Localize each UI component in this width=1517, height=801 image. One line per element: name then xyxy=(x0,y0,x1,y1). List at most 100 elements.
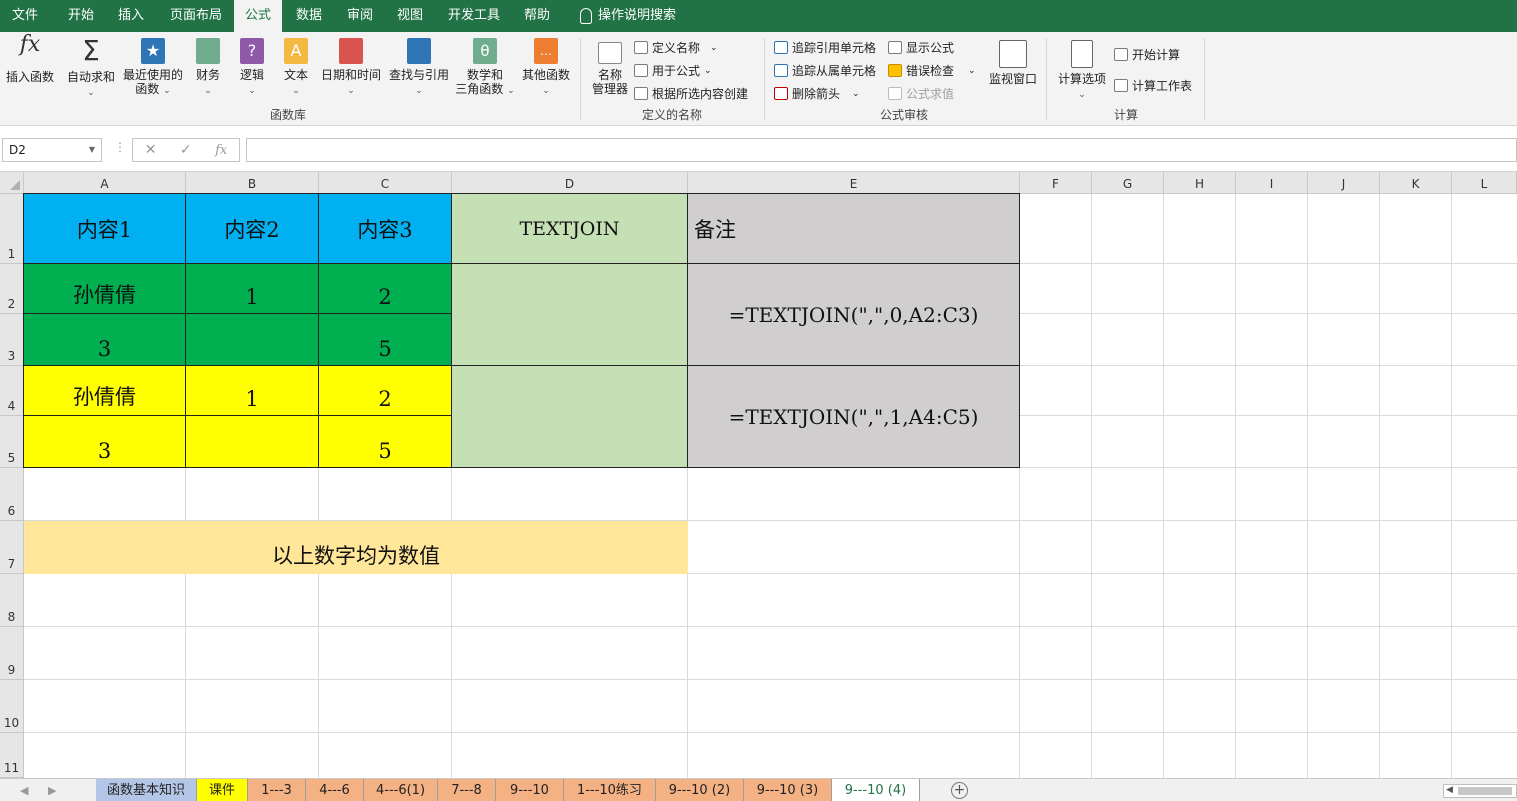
sheet-tab[interactable]: 4---6 xyxy=(306,779,364,801)
column-header-a[interactable]: A xyxy=(24,172,186,194)
cell-a5[interactable]: 3 xyxy=(23,415,186,468)
tab-review[interactable]: 审阅 xyxy=(347,0,373,32)
cell-c5[interactable]: 5 xyxy=(318,415,452,468)
tab-formulas[interactable]: 公式 xyxy=(234,0,282,32)
sheet-tab[interactable]: 函数基本知识 xyxy=(96,779,197,801)
row-header-7[interactable]: 7 xyxy=(0,521,24,574)
cell-d1[interactable]: TEXTJOIN xyxy=(451,193,688,264)
cell-c3[interactable]: 5 xyxy=(318,313,452,366)
name-box[interactable]: D2 ▼ xyxy=(2,138,102,162)
insert-function-icon[interactable]: fx xyxy=(215,143,227,158)
tab-view[interactable]: 视图 xyxy=(397,0,423,32)
sheet-tab[interactable]: 9---10 xyxy=(496,779,564,801)
worksheet-grid[interactable]: A B C D E F G H I J K L 1 2 3 4 5 6 7 8 … xyxy=(0,172,1517,778)
column-header-l[interactable]: L xyxy=(1452,172,1517,194)
sheet-tab[interactable]: 4---6(1) xyxy=(364,779,438,801)
text-button[interactable]: A 文本 ⌄ xyxy=(278,38,314,98)
evaluate-formula-button[interactable]: 公式求值 xyxy=(888,85,954,102)
cell-e2-merged[interactable]: =TEXTJOIN(",",0,A2:C3) xyxy=(687,263,1020,366)
cell-a7-merged-note[interactable]: 以上数字均为数值 xyxy=(24,521,688,574)
row-header-8[interactable]: 8 xyxy=(0,574,24,627)
use-in-formula-button[interactable]: 用于公式 ⌄ xyxy=(634,62,712,79)
column-header-c[interactable]: C xyxy=(319,172,452,194)
more-functions-button[interactable]: … 其他函数 ⌄ xyxy=(520,38,572,98)
sheet-tab[interactable]: 1---3 xyxy=(248,779,306,801)
sheet-tab[interactable]: 1---10练习 xyxy=(564,779,656,801)
row-header-9[interactable]: 9 xyxy=(0,627,24,680)
cell-b5[interactable] xyxy=(185,415,319,468)
tab-data[interactable]: 数据 xyxy=(296,0,322,32)
cell-a2[interactable]: 孙倩倩 xyxy=(23,263,186,314)
lookup-reference-button[interactable]: 查找与引用 ⌄ xyxy=(386,38,452,98)
create-from-selection-button[interactable]: 根据所选内容创建 xyxy=(634,85,748,102)
horizontal-scrollbar[interactable]: ◀ xyxy=(1443,784,1517,798)
cell-a4[interactable]: 孙倩倩 xyxy=(23,365,186,416)
calculation-options-button[interactable]: 计算选项 ⌄ xyxy=(1054,40,1110,102)
cell-b2[interactable]: 1 xyxy=(185,263,319,314)
tab-developer[interactable]: 开发工具 xyxy=(448,0,500,32)
tab-file[interactable]: 文件 xyxy=(12,0,38,32)
error-checking-button[interactable]: 错误检查 ⌄ xyxy=(888,62,976,79)
cancel-icon[interactable]: ✕ xyxy=(145,142,157,158)
insert-function-button[interactable]: fx 插入函数 xyxy=(4,34,56,85)
column-header-i[interactable]: I xyxy=(1236,172,1308,194)
tab-page-layout[interactable]: 页面布局 xyxy=(170,0,222,32)
cell-c4[interactable]: 2 xyxy=(318,365,452,416)
cell-b3[interactable] xyxy=(185,313,319,366)
remove-arrows-button[interactable]: 删除箭头 ⌄ xyxy=(774,85,860,102)
recently-used-button[interactable]: ★ 最近使用的 函数 ⌄ xyxy=(122,38,184,98)
add-sheet-icon[interactable]: + xyxy=(951,782,968,799)
scroll-left-icon[interactable]: ◀ xyxy=(20,779,28,801)
show-formulas-button[interactable]: 显示公式 xyxy=(888,39,954,56)
row-header-1[interactable]: 1 xyxy=(0,194,24,264)
column-header-e[interactable]: E xyxy=(688,172,1020,194)
calculate-now-button[interactable]: 开始计算 xyxy=(1114,46,1180,63)
column-header-d[interactable]: D xyxy=(452,172,688,194)
sheet-tab[interactable]: 9---10 (2) xyxy=(656,779,744,801)
chevron-down-icon[interactable]: ▼ xyxy=(89,139,95,161)
row-header-10[interactable]: 10 xyxy=(0,680,24,733)
math-trig-button[interactable]: θ 数学和 三角函数 ⌄ xyxy=(454,38,516,98)
column-header-h[interactable]: H xyxy=(1164,172,1236,194)
calculate-sheet-button[interactable]: 计算工作表 xyxy=(1114,77,1192,94)
financial-button[interactable]: 财务 ⌄ xyxy=(190,38,226,98)
tab-help[interactable]: 帮助 xyxy=(524,0,550,32)
column-header-j[interactable]: J xyxy=(1308,172,1380,194)
sheet-tab[interactable]: 9---10 (3) xyxy=(744,779,832,801)
tell-me-search[interactable]: 操作说明搜索 xyxy=(580,0,676,32)
sheet-tab[interactable]: 课件 xyxy=(197,779,248,801)
tab-home[interactable]: 开始 xyxy=(68,0,94,32)
sheet-tab-active[interactable]: 9---10 (4) xyxy=(832,779,920,801)
cell-c1[interactable]: 内容3 xyxy=(318,193,452,264)
column-header-k[interactable]: K xyxy=(1380,172,1452,194)
select-all-button[interactable] xyxy=(0,172,24,194)
row-header-2[interactable]: 2 xyxy=(0,264,24,314)
row-header-6[interactable]: 6 xyxy=(0,468,24,521)
date-time-button[interactable]: 日期和时间 ⌄ xyxy=(318,38,384,98)
autosum-button[interactable]: Σ 自动求和 ⌄ xyxy=(66,37,116,100)
trace-precedents-button[interactable]: 追踪引用单元格 xyxy=(774,39,876,56)
scroll-right-icon[interactable]: ▶ xyxy=(48,779,56,801)
name-manager-button[interactable]: 名称 管理器 xyxy=(588,42,632,96)
scrollbar-thumb[interactable] xyxy=(1458,787,1512,795)
cell-a3[interactable]: 3 xyxy=(23,313,186,366)
row-header-3[interactable]: 3 xyxy=(0,314,24,366)
logical-button[interactable]: ? 逻辑 ⌄ xyxy=(234,38,270,98)
cell-c2[interactable]: 2 xyxy=(318,263,452,314)
trace-dependents-button[interactable]: 追踪从属单元格 xyxy=(774,62,876,79)
formula-input[interactable] xyxy=(246,138,1517,162)
column-header-b[interactable]: B xyxy=(186,172,319,194)
scroll-left-arrow-icon[interactable]: ◀ xyxy=(1446,785,1453,795)
cell-b4[interactable]: 1 xyxy=(185,365,319,416)
tab-insert[interactable]: 插入 xyxy=(118,0,144,32)
column-header-f[interactable]: F xyxy=(1020,172,1092,194)
row-header-11[interactable]: 11 xyxy=(0,733,24,778)
cell-d4-merged[interactable] xyxy=(451,365,688,468)
row-header-4[interactable]: 4 xyxy=(0,366,24,416)
column-header-g[interactable]: G xyxy=(1092,172,1164,194)
define-name-button[interactable]: 定义名称 ⌄ xyxy=(634,39,718,56)
cell-e1[interactable]: 备注 xyxy=(687,193,1020,264)
sheet-tab[interactable]: 7---8 xyxy=(438,779,496,801)
enter-icon[interactable]: ✓ xyxy=(180,142,192,158)
cell-d2-merged[interactable] xyxy=(451,263,688,366)
